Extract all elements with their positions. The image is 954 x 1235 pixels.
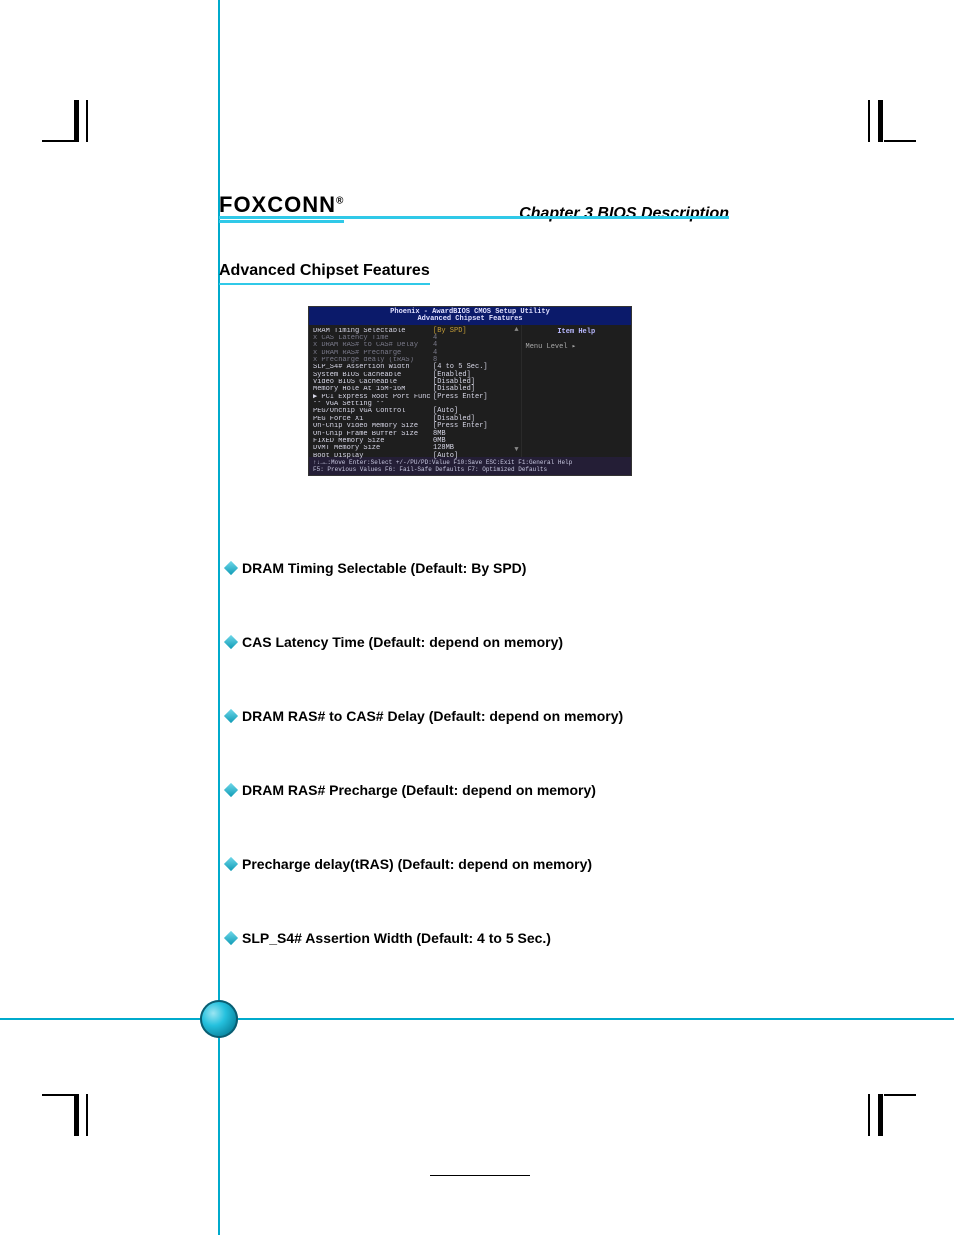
- bios-row: x DRAM RAS# Precharge4: [313, 350, 519, 357]
- bios-screenshot: Phoenix - AwardBIOS CMOS Setup Utility A…: [308, 306, 632, 476]
- crop-mark: [884, 140, 916, 142]
- bios-row: System BIOS Cacheable[Enabled]: [313, 372, 519, 379]
- feature-item-label: CAS Latency Time (Default: depend on mem…: [242, 634, 563, 650]
- bios-row-label: x CAS Latency Time: [313, 335, 433, 342]
- bios-row-label: SLP_S4# Assertion Width: [313, 364, 433, 371]
- bios-row-label: x Precharge dealy (tRAS): [313, 357, 433, 364]
- scroll-down-icon: ▼: [514, 447, 518, 454]
- bios-row: x DRAM RAS# to CAS# Delay4: [313, 342, 519, 349]
- bios-row: FIXED Memory Size 0MB: [313, 438, 519, 445]
- feature-item: DRAM Timing Selectable (Default: By SPD): [226, 560, 729, 576]
- feature-item-label: DRAM Timing Selectable (Default: By SPD): [242, 560, 526, 576]
- diamond-bullet-icon: [224, 783, 238, 797]
- feature-item: SLP_S4# Assertion Width (Default: 4 to 5…: [226, 930, 729, 946]
- crop-mark: [86, 100, 88, 142]
- bios-row-label: PEG/Onchip VGA Control: [313, 408, 433, 415]
- bios-row-value: 4: [433, 335, 519, 342]
- bios-row-label: PEG Force X1: [313, 416, 433, 423]
- bios-row: PEG Force X1[Disabled]: [313, 416, 519, 423]
- bios-row: ▶ PCI Express Root Port Func[Press Enter…: [313, 394, 519, 401]
- page: FOXCONN® Chapter 3 BIOS Description Adva…: [0, 0, 954, 1235]
- feature-item: CAS Latency Time (Default: depend on mem…: [226, 634, 729, 650]
- crop-mark: [884, 1094, 916, 1096]
- registered-mark: ®: [336, 196, 344, 207]
- bios-row-label: ▶ PCI Express Root Port Func: [313, 394, 433, 401]
- bios-row: Boot Display[Auto]: [313, 453, 519, 460]
- bios-help-title: Item Help: [526, 329, 627, 336]
- crop-mark: [86, 1094, 88, 1136]
- crop-mark: [74, 100, 79, 142]
- feature-list: DRAM Timing Selectable (Default: By SPD)…: [226, 560, 729, 1004]
- scroll-up-icon: ▲: [514, 327, 518, 334]
- bios-row: Memory Hole At 15M-16M[Disabled]: [313, 386, 519, 393]
- bios-footer-line2: F5: Previous Values F6: Fail-Safe Defaul…: [313, 466, 627, 473]
- bios-row: x Precharge dealy (tRAS)8: [313, 357, 519, 364]
- bios-row-label: x DRAM RAS# Precharge: [313, 350, 433, 357]
- crop-mark: [878, 100, 883, 142]
- bios-row-value: 8MB: [433, 431, 519, 438]
- diamond-bullet-icon: [224, 857, 238, 871]
- bios-title: Phoenix - AwardBIOS CMOS Setup Utility A…: [309, 307, 631, 325]
- bios-menu-level: Menu Level ▸: [526, 344, 627, 351]
- crop-mark: [868, 100, 870, 142]
- crop-mark: [878, 1094, 883, 1136]
- crop-mark: [42, 1094, 74, 1096]
- feature-item-label: SLP_S4# Assertion Width (Default: 4 to 5…: [242, 930, 551, 946]
- feature-item: DRAM RAS# Precharge (Default: depend on …: [226, 782, 729, 798]
- bios-help-pane: Item Help Menu Level ▸: [522, 325, 631, 457]
- bios-row-value: [Press Enter]: [433, 394, 519, 401]
- bios-row-value: 4: [433, 342, 519, 349]
- bios-row-value: [By SPD]: [433, 328, 519, 335]
- bios-row: x CAS Latency Time4: [313, 335, 519, 342]
- register-line-v: [218, 0, 220, 1235]
- diamond-bullet-icon: [224, 931, 238, 945]
- bios-row-value: [Auto]: [433, 453, 519, 460]
- feature-item-label: DRAM RAS# Precharge (Default: depend on …: [242, 782, 596, 798]
- bios-row-label: System BIOS Cacheable: [313, 372, 433, 379]
- register-line-h: [0, 1018, 954, 1020]
- diamond-bullet-icon: [224, 709, 238, 723]
- section-title: Advanced Chipset Features: [219, 262, 430, 285]
- crop-mark: [42, 140, 74, 142]
- bios-row-label: DVMT Memory Size: [313, 445, 433, 452]
- bios-row-value: [Press Enter]: [433, 423, 519, 430]
- crop-mark: [868, 1094, 870, 1136]
- diamond-bullet-icon: [224, 561, 238, 575]
- bios-row-value: 4: [433, 350, 519, 357]
- register-orb-icon: [200, 1000, 238, 1038]
- bios-title-line2: Advanced Chipset Features: [309, 316, 631, 323]
- feature-item-label: DRAM RAS# to CAS# Delay (Default: depend…: [242, 708, 623, 724]
- bios-row-label: Boot Display: [313, 453, 433, 460]
- bios-row: Video BIOS Cacheable[Disabled]: [313, 379, 519, 386]
- footer-rule: [430, 1175, 530, 1176]
- bios-row-label: FIXED Memory Size: [313, 438, 433, 445]
- bios-row-label: DRAM Timing Selectable: [313, 328, 433, 335]
- bios-row-label: Video BIOS Cacheable: [313, 379, 433, 386]
- feature-item: Precharge delay(tRAS) (Default: depend o…: [226, 856, 729, 872]
- bios-row: PEG/Onchip VGA Control[Auto]: [313, 408, 519, 415]
- bios-row-label: x DRAM RAS# to CAS# Delay: [313, 342, 433, 349]
- crop-mark: [74, 1094, 79, 1136]
- bios-row: ** VGA Setting **: [313, 401, 519, 408]
- diamond-bullet-icon: [224, 635, 238, 649]
- bios-row-label: Memory Hole At 15M-16M: [313, 386, 433, 393]
- bios-row-label: On-Chip Frame Buffer Size: [313, 431, 433, 438]
- feature-item: DRAM RAS# to CAS# Delay (Default: depend…: [226, 708, 729, 724]
- bios-row-label: ** VGA Setting **: [313, 401, 433, 408]
- header-rule: [219, 216, 729, 219]
- bios-settings-pane: ▲ ▼ DRAM Timing Selectable[By SPD]x CAS …: [309, 325, 522, 457]
- bios-body: ▲ ▼ DRAM Timing Selectable[By SPD]x CAS …: [309, 325, 631, 457]
- bios-row: SLP_S4# Assertion Width[4 to 5 Sec.]: [313, 364, 519, 371]
- brand-logo-text: FOXCONN: [219, 192, 336, 217]
- bios-row: DVMT Memory Size128MB: [313, 445, 519, 452]
- feature-item-label: Precharge delay(tRAS) (Default: depend o…: [242, 856, 592, 872]
- bios-row: On-Chip Video Memory Size[Press Enter]: [313, 423, 519, 430]
- bios-row: On-Chip Frame Buffer Size 8MB: [313, 431, 519, 438]
- bios-row-label: On-Chip Video Memory Size: [313, 423, 433, 430]
- chapter-title: Chapter 3 BIOS Description: [519, 205, 729, 223]
- bios-row: DRAM Timing Selectable[By SPD]: [313, 328, 519, 335]
